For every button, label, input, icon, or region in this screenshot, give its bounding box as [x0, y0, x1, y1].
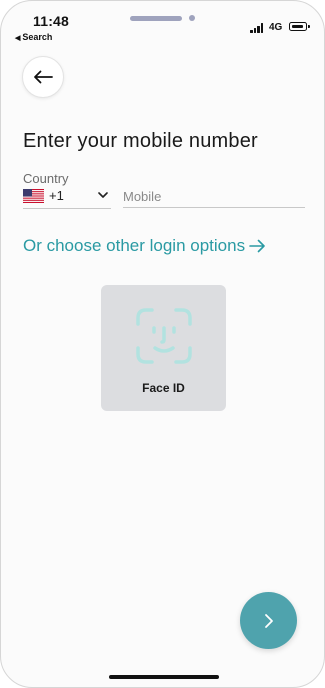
chevron-right-icon	[264, 613, 273, 628]
phone-frame: 11:48 ◀ Search 4G Enter your mobile numbe…	[0, 0, 325, 688]
other-login-options-link[interactable]: Or choose other login options	[23, 236, 266, 256]
country-label: Country	[23, 171, 69, 186]
battery-icon	[289, 22, 310, 31]
page-title: Enter your mobile number	[23, 130, 258, 152]
next-button[interactable]	[240, 592, 297, 649]
face-id-button[interactable]: Face ID	[101, 285, 226, 411]
camera-dot	[189, 15, 195, 21]
dial-code: +1	[49, 188, 64, 203]
signal-icon	[250, 23, 264, 33]
arrow-right-icon	[249, 239, 265, 253]
back-button[interactable]	[22, 56, 64, 98]
face-id-label: Face ID	[142, 381, 185, 395]
home-indicator	[109, 675, 219, 679]
us-flag-icon	[23, 189, 44, 203]
other-login-options-label: Or choose other login options	[23, 236, 246, 255]
face-id-icon	[136, 308, 192, 364]
speaker-pill	[130, 16, 182, 21]
status-bar: 11:48 ◀ Search 4G	[1, 1, 324, 42]
chevron-down-icon	[98, 192, 108, 198]
status-time: 11:48	[33, 13, 70, 29]
network-type: 4G	[269, 22, 283, 33]
country-select[interactable]: +1	[23, 186, 111, 209]
arrow-left-icon	[34, 70, 53, 84]
back-triangle-icon: ◀	[15, 35, 21, 42]
back-app-label: Search	[22, 32, 53, 42]
back-to-app-link[interactable]: ◀ Search	[15, 32, 52, 42]
mobile-input[interactable]	[123, 186, 305, 208]
